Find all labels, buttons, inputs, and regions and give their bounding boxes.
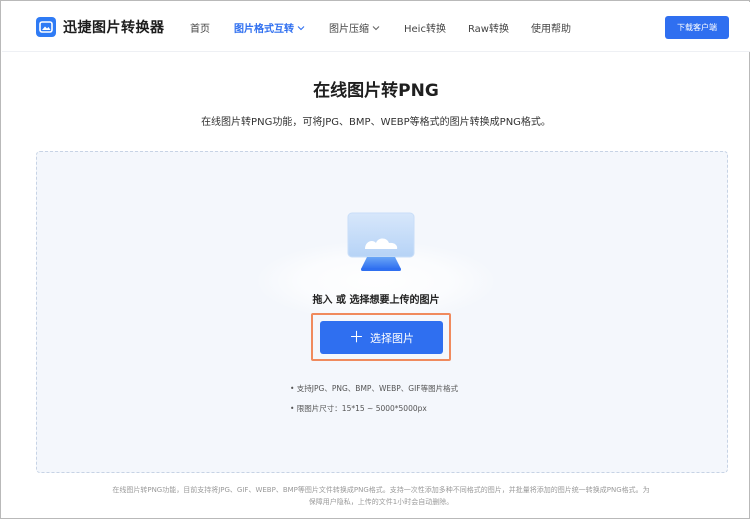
nav-format-convert-label: 图片格式互转 — [234, 24, 294, 35]
footer-line-2: 保障用户隐私，上传的文件1小时会自动删除。 — [308, 498, 454, 506]
image-icon — [36, 17, 56, 37]
nav-heic-label: Heic转换 — [404, 24, 446, 35]
nav-heic[interactable]: Heic转换 — [404, 20, 446, 35]
main-nav: 首页 图片格式互转 图片压缩 Heic转换 Raw转换 使用帮助 — [190, 20, 571, 35]
chevron-down-icon — [372, 25, 380, 30]
drop-hint: 拖入 或 选择想要上传的图片 — [312, 295, 440, 306]
nav-compress-label: 图片压缩 — [329, 24, 369, 35]
nav-raw-label: Raw转换 — [467, 24, 509, 35]
brand-logo[interactable]: 迅捷图片转换器 — [36, 17, 165, 37]
page-frame: 迅捷图片转换器 首页 图片格式互转 图片压缩 Heic转换 Raw转换 使用帮助… — [0, 0, 750, 519]
brand-name: 迅捷图片转换器 — [63, 20, 165, 36]
nav-format-convert[interactable]: 图片格式互转 — [234, 20, 305, 35]
page-subtitle: 在线图片转PNG功能，可将JPG、BMP、WEBP等格式的图片转换成PNG格式。 — [201, 117, 551, 128]
footer-line-1: 在线图片转PNG功能，目前支持将JPG、GIF、WEBP、BMP等图片文件转换成… — [112, 486, 650, 494]
download-client-button[interactable]: 下载客户端 — [665, 16, 729, 39]
page-title: 在线图片转PNG — [313, 81, 439, 101]
rule-formats: • 支持JPG、PNG、BMP、WEBP、GIF等图片格式 — [290, 384, 459, 393]
rule-size: • 限图片尺寸：15*15 ~ 5000*5000px — [290, 404, 427, 413]
footer-note: 在线图片转PNG功能，目前支持将JPG、GIF、WEBP、BMP等图片文件转换成… — [61, 484, 701, 508]
top-header: 迅捷图片转换器 首页 图片格式互转 图片压缩 Heic转换 Raw转换 使用帮助… — [2, 2, 750, 52]
select-image-button[interactable]: ＋ 选择图片 — [320, 321, 443, 354]
plus-icon: ＋ — [348, 328, 364, 346]
nav-help-label: 使用帮助 — [531, 24, 571, 35]
nav-home[interactable]: 首页 — [190, 20, 210, 35]
nav-home-label: 首页 — [190, 24, 210, 35]
upload-image-icon — [347, 212, 415, 271]
nav-help[interactable]: 使用帮助 — [531, 20, 571, 35]
nav-compress[interactable]: 图片压缩 — [329, 20, 380, 35]
chevron-down-icon — [297, 25, 305, 30]
select-image-label: 选择图片 — [370, 331, 414, 345]
nav-raw[interactable]: Raw转换 — [468, 20, 509, 35]
